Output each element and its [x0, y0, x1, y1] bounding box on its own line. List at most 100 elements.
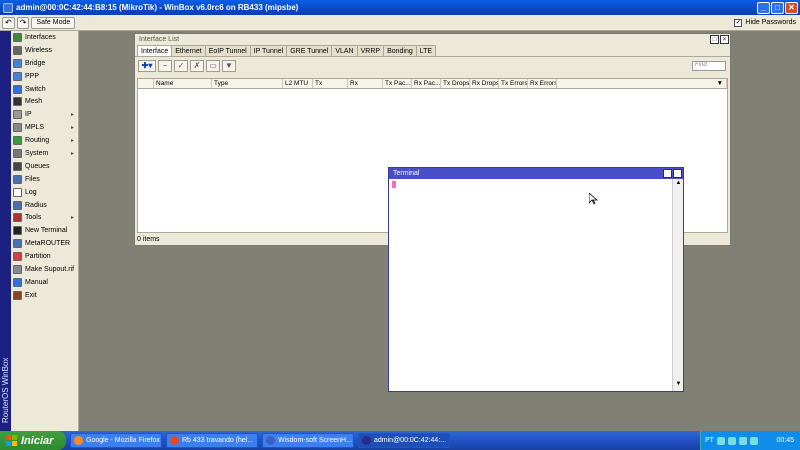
supout-icon [13, 264, 22, 274]
hide-passwords-checkbox[interactable]: ✓ [734, 18, 743, 27]
start-button[interactable]: Iniciar [0, 431, 66, 450]
sidebar-item-label: Switch [25, 85, 46, 93]
tray-icon[interactable] [716, 436, 725, 445]
language-indicator[interactable]: PT [705, 437, 714, 444]
mpls-icon [13, 123, 22, 133]
sidebar-item[interactable]: Log [11, 186, 78, 199]
scroll-down-icon[interactable]: ▼ [674, 381, 683, 390]
sidebar-item[interactable]: Manual [11, 276, 78, 289]
column-header-label: Name [156, 80, 174, 87]
tray-icon[interactable] [727, 436, 736, 445]
column-header[interactable] [138, 79, 154, 88]
tray-icon[interactable] [738, 436, 747, 445]
sidebar-item[interactable]: Partition [11, 250, 78, 263]
ppp-icon [13, 71, 22, 81]
disable-button[interactable]: ✗ [190, 59, 204, 72]
tab-bonding[interactable]: Bonding [383, 45, 417, 56]
winbox-app-icon [3, 2, 13, 13]
metarouter-icon [13, 239, 22, 249]
close-button[interactable]: ✕ [785, 1, 798, 14]
sidebar-item[interactable]: Wireless [11, 44, 78, 57]
sidebar-item[interactable]: Interfaces [11, 31, 78, 44]
terminal-close-button[interactable]: ✕ [673, 169, 682, 178]
terminal-icon [13, 226, 22, 236]
interface-list-title: Interface List [139, 36, 180, 43]
tab-ip-tunnel[interactable]: IP Tunnel [249, 45, 288, 56]
interface-list-close-button[interactable]: ✕ [720, 35, 729, 44]
app-title-bar[interactable]: admin@00:0C:42:44:B8:15 (MikroTik) - Win… [0, 0, 800, 15]
find-input[interactable]: Find [692, 60, 726, 71]
column-header[interactable]: Rx Errors [528, 79, 557, 88]
sidebar-item[interactable]: New Terminal [11, 224, 78, 237]
tab-vrrp[interactable]: VRRP [356, 45, 385, 56]
app-icon [74, 436, 83, 445]
enable-button[interactable]: ✓ [174, 59, 188, 72]
terminal-scrollbar[interactable]: ▲ ▼ [672, 179, 683, 391]
column-header[interactable]: Tx [313, 79, 348, 88]
sidebar-item[interactable]: PPP [11, 70, 78, 83]
sidebar-item[interactable]: Exit [11, 289, 78, 302]
start-label: Iniciar [21, 434, 54, 447]
column-header[interactable]: Type [212, 79, 283, 88]
terminal-body[interactable] [389, 179, 673, 391]
safe-mode-button[interactable]: Safe Mode [31, 16, 76, 29]
tab-gre-tunnel[interactable]: GRE Tunnel [286, 45, 333, 56]
column-header[interactable]: Rx Drops [470, 79, 499, 88]
hide-passwords-toggle[interactable]: ✓ Hide Passwords [734, 18, 796, 27]
tab-ethernet[interactable]: Ethernet [171, 45, 206, 56]
taskbar-button[interactable]: Wisdom-soft ScreenH... [262, 433, 354, 448]
remove-button[interactable]: − [158, 59, 172, 72]
interface-tabs: Interface Ethernet EoIP Tunnel IP Tunnel GRE… [135, 45, 730, 57]
column-header[interactable]: Tx Errors [499, 79, 528, 88]
column-header[interactable]: Rx Pac... [412, 79, 441, 88]
column-header[interactable]: Rx [348, 79, 383, 88]
sidebar-item[interactable]: Switch [11, 83, 78, 96]
tab-interface[interactable]: Interface [137, 45, 173, 56]
sidebar-item[interactable]: Radius [11, 199, 78, 212]
terminal-window: Terminal □ ✕ ▲ ▼ [388, 167, 684, 392]
sidebar-item[interactable]: System ▸ [11, 147, 78, 160]
maximize-button[interactable]: □ [771, 1, 784, 14]
minimize-button[interactable]: _ [757, 1, 770, 14]
sidebar-item[interactable]: Tools ▸ [11, 211, 78, 224]
sidebar-item[interactable]: Files [11, 173, 78, 186]
sidebar-item[interactable]: Routing ▸ [11, 134, 78, 147]
interface-list-maximize-button[interactable]: □ [710, 35, 719, 44]
sidebar-item-label: Manual [25, 278, 48, 286]
column-header[interactable]: Name [154, 79, 212, 88]
column-header-label: Tx Drops [443, 80, 470, 87]
sidebar-item[interactable]: Queues [11, 160, 78, 173]
sidebar-item[interactable]: IP ▸ [11, 108, 78, 121]
comment-button[interactable]: ▭ [206, 59, 220, 72]
tab-eoip-tunnel[interactable]: EoIP Tunnel [204, 45, 251, 56]
column-chooser-icon[interactable]: ▼ [557, 79, 727, 88]
column-header[interactable]: Tx Pac... [383, 79, 412, 88]
column-header[interactable]: Tx Drops [441, 79, 470, 88]
tray-icon[interactable] [749, 436, 758, 445]
taskbar-button[interactable]: Rb 433 travando (hel... [166, 433, 258, 448]
terminal-titlebar[interactable]: Terminal □ ✕ [389, 168, 683, 179]
tab-lte[interactable]: LTE [415, 45, 437, 56]
column-header-label: Rx [350, 80, 358, 87]
sidebar-item[interactable]: Mesh [11, 95, 78, 108]
sidebar-item[interactable]: MetaROUTER [11, 237, 78, 250]
undo-button[interactable]: ↶ [2, 16, 15, 29]
redo-button[interactable]: ↷ [16, 16, 30, 29]
taskbar-button[interactable]: admin@00:0C:42:44:... [358, 433, 450, 448]
column-header[interactable]: L2 MTU [283, 79, 313, 88]
interface-list-titlebar[interactable]: Interface List □ ✕ [135, 34, 730, 45]
add-button[interactable]: ✚▾ [138, 59, 156, 72]
sidebar-item-label: Bridge [25, 59, 46, 67]
scroll-up-icon[interactable]: ▲ [674, 180, 683, 189]
submenu-arrow-icon: ▸ [70, 215, 74, 222]
sidebar-item-label: PPP [25, 72, 40, 80]
sidebar-item[interactable]: Make Supout.rif [11, 263, 78, 276]
routing-icon [13, 136, 22, 146]
filter-icon[interactable]: ▼ [222, 59, 236, 72]
tab-vlan[interactable]: VLAN [331, 45, 358, 56]
terminal-maximize-button[interactable]: □ [663, 169, 672, 178]
sidebar-item[interactable]: Bridge [11, 57, 78, 70]
sidebar-item-label: Interfaces [25, 33, 56, 41]
sidebar-item[interactable]: MPLS ▸ [11, 121, 78, 134]
taskbar-button[interactable]: Google - Mozilla Firefox [70, 433, 162, 448]
